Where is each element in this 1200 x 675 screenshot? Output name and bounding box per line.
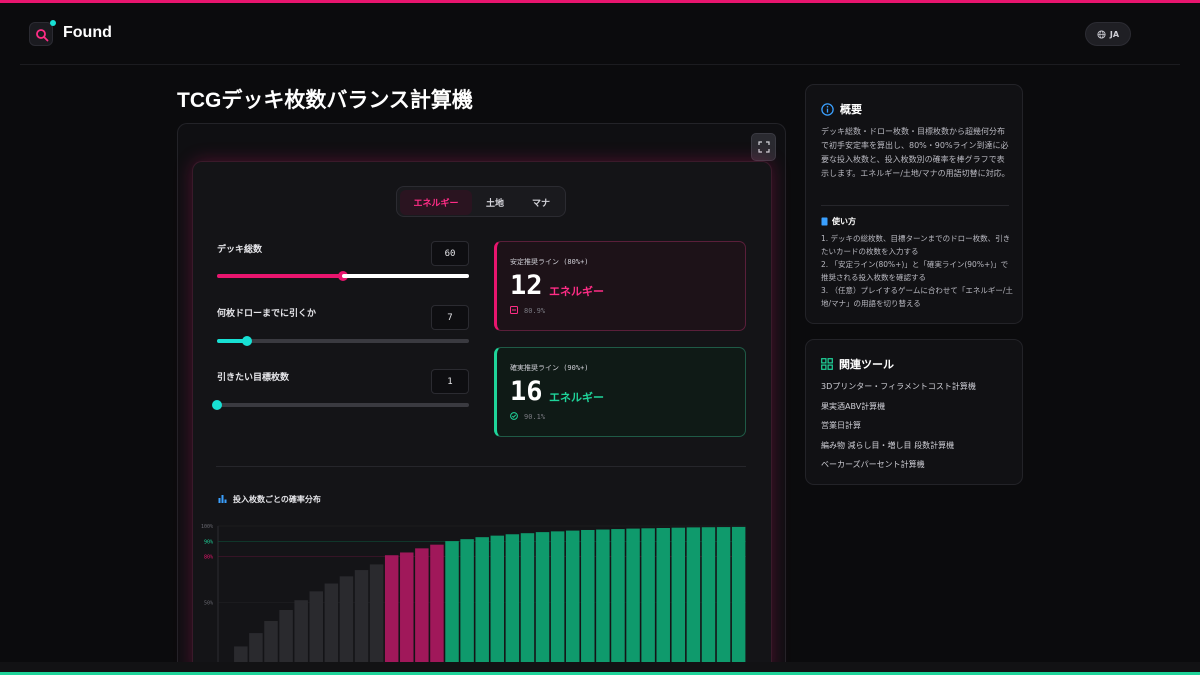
related-link[interactable]: ベーカーズパーセント計算機	[821, 459, 976, 479]
chart-bar[interactable]	[701, 527, 716, 675]
usage-step: 3. （任意）プレイするゲームに合わせて「エネルギー/土地/マナ」の用語を切り替…	[821, 286, 1013, 308]
overview-body: デッキ総数・ドロー枚数・目標枚数から超幾何分布で初手安定率を算出し、80%・90…	[821, 127, 1010, 178]
chart-bar[interactable]	[339, 576, 354, 675]
tab-land[interactable]: 土地	[472, 190, 518, 215]
y-tick-label: 90%	[204, 539, 213, 545]
info-icon	[821, 102, 834, 116]
header	[20, 3, 1180, 65]
stable-result-title: 安定推奨ライン (80%+)	[510, 258, 589, 266]
related-tools-card: 関連ツール 3Dプリンター・フィラメントコスト計算機 果実酒ABV計算機 営業日…	[805, 339, 1023, 485]
language-label: JA	[1109, 29, 1120, 39]
logo[interactable]	[29, 22, 53, 46]
y-tick-label: 50%	[204, 601, 213, 607]
deck-size-slider-rest	[342, 274, 469, 278]
sure-result-unit: エネルギー	[549, 391, 604, 404]
page-title: TCGデッキ枚数バランス計算機	[177, 89, 473, 112]
chart-bar[interactable]	[354, 570, 369, 675]
draw-count-input[interactable]: 7	[431, 305, 469, 330]
tab-mana[interactable]: マナ	[518, 190, 564, 215]
stable-result-count: 12	[510, 270, 543, 301]
book-icon	[821, 217, 828, 226]
chart-bar[interactable]	[415, 548, 429, 675]
sure-result-count: 16	[510, 376, 543, 407]
chart-bar[interactable]	[369, 564, 384, 675]
target-count-label: 引きたい目標枚数	[217, 373, 290, 383]
y-tick-label: 80%	[204, 555, 213, 561]
chart-bar[interactable]	[686, 527, 701, 675]
stable-result-probability: 80.9%	[524, 307, 546, 315]
related-link[interactable]: 3Dプリンター・フィラメントコスト計算機	[821, 381, 976, 401]
chart-bar[interactable]	[535, 532, 550, 675]
chart-bar[interactable]	[384, 555, 399, 675]
chart-bar[interactable]	[671, 527, 686, 675]
related-link[interactable]: 営業日計算	[821, 420, 976, 440]
related-link[interactable]: 編み物 減らし目・増し目 段数計算機	[821, 440, 976, 460]
chart-bar[interactable]	[596, 529, 610, 675]
sure-result-card: 確実推奨ライン (90%+) 16 エネルギー 90.1%	[494, 347, 746, 437]
overview-card: 概要 デッキ総数・ドロー枚数・目標枚数から超幾何分布で初手安定率を算出し、80%…	[805, 84, 1023, 324]
overview-heading-text: 概要	[840, 103, 862, 116]
brand-name[interactable]: Found	[63, 24, 112, 42]
deck-size-label: デッキ総数	[217, 245, 263, 255]
overview-separator	[821, 205, 1009, 206]
sure-result-probability: 90.1%	[524, 413, 546, 421]
deck-size-slider-fill	[217, 274, 343, 278]
chart-bar[interactable]	[400, 552, 414, 675]
chart-bar[interactable]	[550, 531, 565, 675]
related-heading: 関連ツール	[821, 356, 894, 372]
chart-bar[interactable]	[430, 544, 444, 675]
usage-step: 2. 「安定ライン(80%+)」と「確実ライン(90%+)」で推奨される投入枚数…	[821, 260, 1009, 282]
shield-icon	[510, 306, 518, 314]
target-count-slider[interactable]	[212, 400, 469, 410]
target-count-input[interactable]: 1	[431, 369, 469, 394]
footer-strip	[0, 662, 1200, 672]
chart-bar[interactable]	[656, 527, 670, 675]
chart-bar[interactable]	[460, 539, 474, 675]
chart-bar[interactable]	[611, 529, 625, 675]
chart-bar[interactable]	[731, 526, 746, 675]
chart-bar[interactable]	[581, 529, 595, 675]
usage-list: 1. デッキの総枚数、目標ターンまでのドロー枚数、引きたいカードの枚数を入力する…	[821, 232, 1013, 310]
globe-icon	[1097, 29, 1106, 39]
chart-bar[interactable]	[565, 530, 580, 675]
check-circle-icon	[510, 412, 518, 420]
related-list: 3Dプリンター・フィラメントコスト計算機 果実酒ABV計算機 営業日計算 編み物…	[821, 381, 976, 479]
grid-icon	[821, 358, 833, 370]
search-icon	[36, 29, 49, 42]
usage-heading: 使い方	[821, 216, 856, 227]
deck-size-input[interactable]: 60	[431, 241, 469, 266]
chart-bar[interactable]	[641, 528, 655, 675]
fullscreen-button[interactable]	[751, 133, 776, 161]
language-button[interactable]: JA	[1085, 22, 1131, 46]
expand-icon	[757, 141, 770, 153]
related-heading-text: 関連ツール	[839, 358, 894, 371]
stable-result-unit: エネルギー	[549, 285, 604, 298]
chart-bar[interactable]	[520, 533, 535, 675]
chart-bar[interactable]	[475, 537, 489, 675]
sure-result-title: 確実推奨ライン (90%+)	[510, 364, 589, 372]
term-tabs: エネルギー 土地 マナ	[396, 186, 566, 217]
probability-chart: 100% 90% 80% 50%	[201, 524, 746, 675]
chart-bar[interactable]	[505, 534, 520, 675]
usage-heading-text: 使い方	[832, 217, 856, 226]
chart-bar[interactable]	[445, 541, 459, 675]
y-tick-label: 100%	[201, 524, 213, 530]
chart-title: 投入枚数ごとの確率分布	[233, 495, 321, 504]
tab-energy[interactable]: エネルギー	[400, 190, 472, 215]
bar-chart-icon	[218, 495, 227, 503]
target-count-slider-thumb[interactable]	[212, 400, 222, 410]
draw-count-slider[interactable]	[217, 336, 469, 346]
draw-count-label: 何枚ドローまでに引くか	[217, 309, 317, 319]
chart-bar[interactable]	[626, 528, 640, 675]
chart-bar[interactable]	[716, 527, 731, 675]
divider	[216, 466, 746, 467]
overview-heading: 概要	[821, 101, 862, 117]
logo-dot	[50, 20, 56, 26]
usage-step: 1. デッキの総枚数、目標ターンまでのドロー枚数、引きたいカードの枚数を入力する	[821, 234, 1011, 256]
related-link[interactable]: 果実酒ABV計算機	[821, 401, 976, 421]
stable-result-card: 安定推奨ライン (80%+) 12 エネルギー 80.9%	[494, 241, 746, 331]
chart-bar[interactable]	[490, 535, 505, 675]
